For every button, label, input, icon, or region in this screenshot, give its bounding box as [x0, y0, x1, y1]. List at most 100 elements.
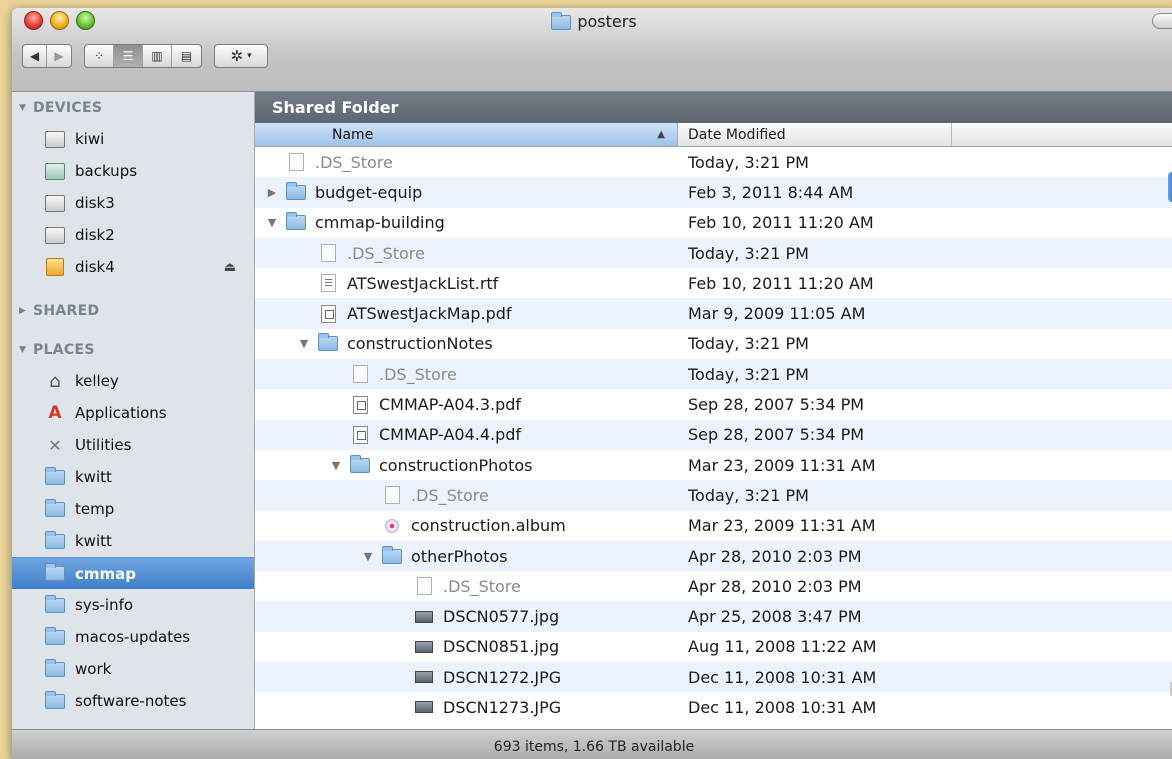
folder-icon	[45, 466, 65, 486]
folder-icon	[45, 626, 65, 646]
table-row[interactable]: .DS_Store Today, 3:21 PM	[255, 480, 1172, 511]
vertical-scrollbar-thumb[interactable]	[1168, 172, 1172, 202]
table-row[interactable]: ▶ budget-equip Feb 3, 2011 8:44 AM	[255, 177, 1172, 208]
table-row[interactable]: .DS_Store Today, 3:21 PM	[255, 359, 1172, 390]
view-switcher: ⁘ ☰ ▥ ▤	[84, 44, 202, 68]
table-row[interactable]: ▼ constructionPhotos Mar 23, 2009 11:31 AM	[255, 450, 1172, 480]
name-cell: construction.album	[255, 516, 678, 535]
column-view-button[interactable]: ▥	[143, 45, 172, 67]
image-icon	[413, 698, 435, 716]
sidebar-item-place[interactable]: macos-updates	[12, 621, 254, 653]
toolbar-toggle-button[interactable]	[1152, 13, 1172, 29]
table-row[interactable]: ATSwestJackMap.pdf Mar 9, 2009 11:05 AM	[255, 298, 1172, 329]
name-cell: .DS_Store	[255, 486, 678, 505]
table-row[interactable]: ▼ cmmap-building Feb 10, 2011 11:20 AM	[255, 208, 1172, 238]
sidebar-item-place[interactable]: kwitt	[12, 461, 254, 493]
table-row[interactable]: DSCN1273.JPG Dec 11, 2008 10:31 AM	[255, 692, 1172, 722]
disclosure-triangle-icon[interactable]: ▼	[19, 345, 29, 355]
home-icon: ⌂	[49, 370, 61, 392]
file-name: ATSwestJackList.rtf	[347, 273, 499, 293]
date-modified-cell: Feb 10, 2011 11:20 AM	[688, 273, 874, 293]
action-menu-button[interactable]: ✲ ▾	[214, 44, 268, 68]
forward-button[interactable]: ▶	[47, 45, 71, 67]
date-modified-cell: Today, 3:21 PM	[688, 334, 809, 354]
file-name: .DS_Store	[443, 576, 521, 596]
sidebar-header-label: PLACES	[33, 341, 95, 358]
sidebar-item-place[interactable]: A Applications	[12, 397, 254, 429]
name-cell: CMMAP-A04.4.pdf	[255, 425, 678, 444]
name-cell: ▼ otherPhotos	[255, 545, 678, 566]
eject-icon[interactable]: ⏏	[224, 260, 236, 275]
folder-icon	[45, 594, 65, 614]
sidebar-item-place[interactable]: software-notes	[12, 685, 254, 717]
sidebar-section-shared[interactable]: ▶ SHARED	[12, 295, 254, 326]
sidebar-item-label: Applications	[75, 404, 167, 422]
image-icon	[413, 608, 435, 626]
text-document-icon	[317, 274, 339, 293]
disclosure-triangle-icon[interactable]: ▶	[19, 306, 29, 316]
column-header-date[interactable]: Date Modified	[678, 123, 952, 146]
icon-view-button[interactable]: ⁘	[85, 45, 114, 67]
disclosure-triangle-icon[interactable]: ▼	[329, 459, 343, 472]
sidebar-item-device[interactable]: kiwi	[12, 123, 254, 155]
table-row[interactable]: ▼ otherPhotos Apr 28, 2010 2:03 PM	[255, 540, 1172, 572]
table-row[interactable]: DSCN0577.jpg Apr 25, 2008 3:47 PM	[255, 601, 1172, 632]
name-cell: .DS_Store	[255, 577, 678, 596]
coverflow-view-button[interactable]: ▤	[172, 45, 201, 67]
sidebar-item-place[interactable]: kwitt	[12, 525, 254, 557]
name-cell: ATSwestJackMap.pdf	[255, 304, 678, 323]
sidebar-item-device[interactable]: backups	[12, 155, 254, 187]
folder-icon	[349, 454, 371, 474]
network-disk-icon	[45, 162, 65, 180]
date-modified-cell: Dec 11, 2008 10:31 AM	[688, 667, 877, 687]
disclosure-triangle-icon[interactable]: ▼	[19, 103, 29, 113]
disclosure-triangle-icon[interactable]: ▼	[361, 550, 375, 563]
album-icon	[381, 517, 403, 535]
sidebar-item-place[interactable]: work	[12, 653, 254, 685]
table-row[interactable]: CMMAP-A04.3.pdf Sep 28, 2007 5:34 PM	[255, 389, 1172, 419]
table-row[interactable]: .DS_Store Apr 28, 2010 2:03 PM	[255, 571, 1172, 601]
list-view-button[interactable]: ☰	[114, 45, 143, 67]
navigation-buttons: ◀ ▶	[22, 44, 72, 68]
folder-icon	[285, 212, 307, 232]
back-button[interactable]: ◀	[23, 45, 47, 67]
sidebar-item-place[interactable]: cmmap	[12, 557, 254, 589]
file-name: CMMAP-A04.4.pdf	[379, 425, 522, 445]
sidebar-item-device[interactable]: disk2	[12, 219, 254, 251]
name-cell: ATSwestJackList.rtf	[255, 274, 678, 293]
name-cell: DSCN1272.JPG	[255, 668, 678, 687]
column-header-date-label: Date Modified	[688, 126, 786, 143]
column-header-name[interactable]: Name ▲	[255, 123, 678, 146]
name-cell: .DS_Store	[255, 365, 678, 384]
sidebar-section-devices[interactable]: ▼ DEVICES	[12, 92, 254, 123]
table-row[interactable]: ▼ constructionNotes Today, 3:21 PM	[255, 329, 1172, 359]
document-icon	[285, 153, 307, 172]
name-cell: .DS_Store	[255, 153, 678, 172]
name-cell: DSCN0851.jpg	[255, 637, 678, 656]
date-modified-cell: Feb 3, 2011 8:44 AM	[688, 182, 854, 202]
folder-icon	[317, 333, 339, 353]
sidebar-section-places[interactable]: ▼ PLACES	[12, 334, 254, 365]
sidebar-item-device[interactable]: disk3	[12, 187, 254, 219]
date-modified-cell: Mar 9, 2009 11:05 AM	[688, 304, 866, 324]
table-row[interactable]: DSCN0851.jpg Aug 11, 2008 11:22 AM	[255, 632, 1172, 662]
file-name: constructionNotes	[347, 334, 493, 354]
table-row[interactable]: DSCN1272.JPG Dec 11, 2008 10:31 AM	[255, 662, 1172, 693]
disclosure-triangle-icon[interactable]: ▶	[265, 186, 279, 199]
table-row[interactable]: CMMAP-A04.4.pdf Sep 28, 2007 5:34 PM	[255, 419, 1172, 450]
date-modified-cell: Feb 10, 2011 11:20 AM	[688, 213, 874, 233]
table-row[interactable]: construction.album Mar 23, 2009 11:31 AM	[255, 511, 1172, 541]
sidebar-item-place[interactable]: ✕ Utilities	[12, 429, 254, 461]
disclosure-triangle-icon[interactable]: ▼	[265, 216, 279, 229]
disclosure-triangle-icon[interactable]: ▼	[297, 337, 311, 350]
table-row[interactable]: .DS_Store Today, 3:21 PM	[255, 147, 1172, 177]
sidebar-item-place[interactable]: temp	[12, 493, 254, 525]
table-row[interactable]: ATSwestJackList.rtf Feb 10, 2011 11:20 AM	[255, 268, 1172, 298]
sidebar-item-label: kiwi	[75, 130, 105, 148]
sidebar-item-place[interactable]: sys-info	[12, 589, 254, 621]
name-cell: ▼ constructionNotes	[255, 333, 678, 354]
table-row[interactable]: .DS_Store Today, 3:21 PM	[255, 237, 1172, 269]
sidebar-item-place[interactable]: ⌂ kelley	[12, 365, 254, 397]
sidebar-item-device[interactable]: disk4 ⏏	[12, 251, 254, 283]
name-cell: CMMAP-A04.3.pdf	[255, 395, 678, 414]
